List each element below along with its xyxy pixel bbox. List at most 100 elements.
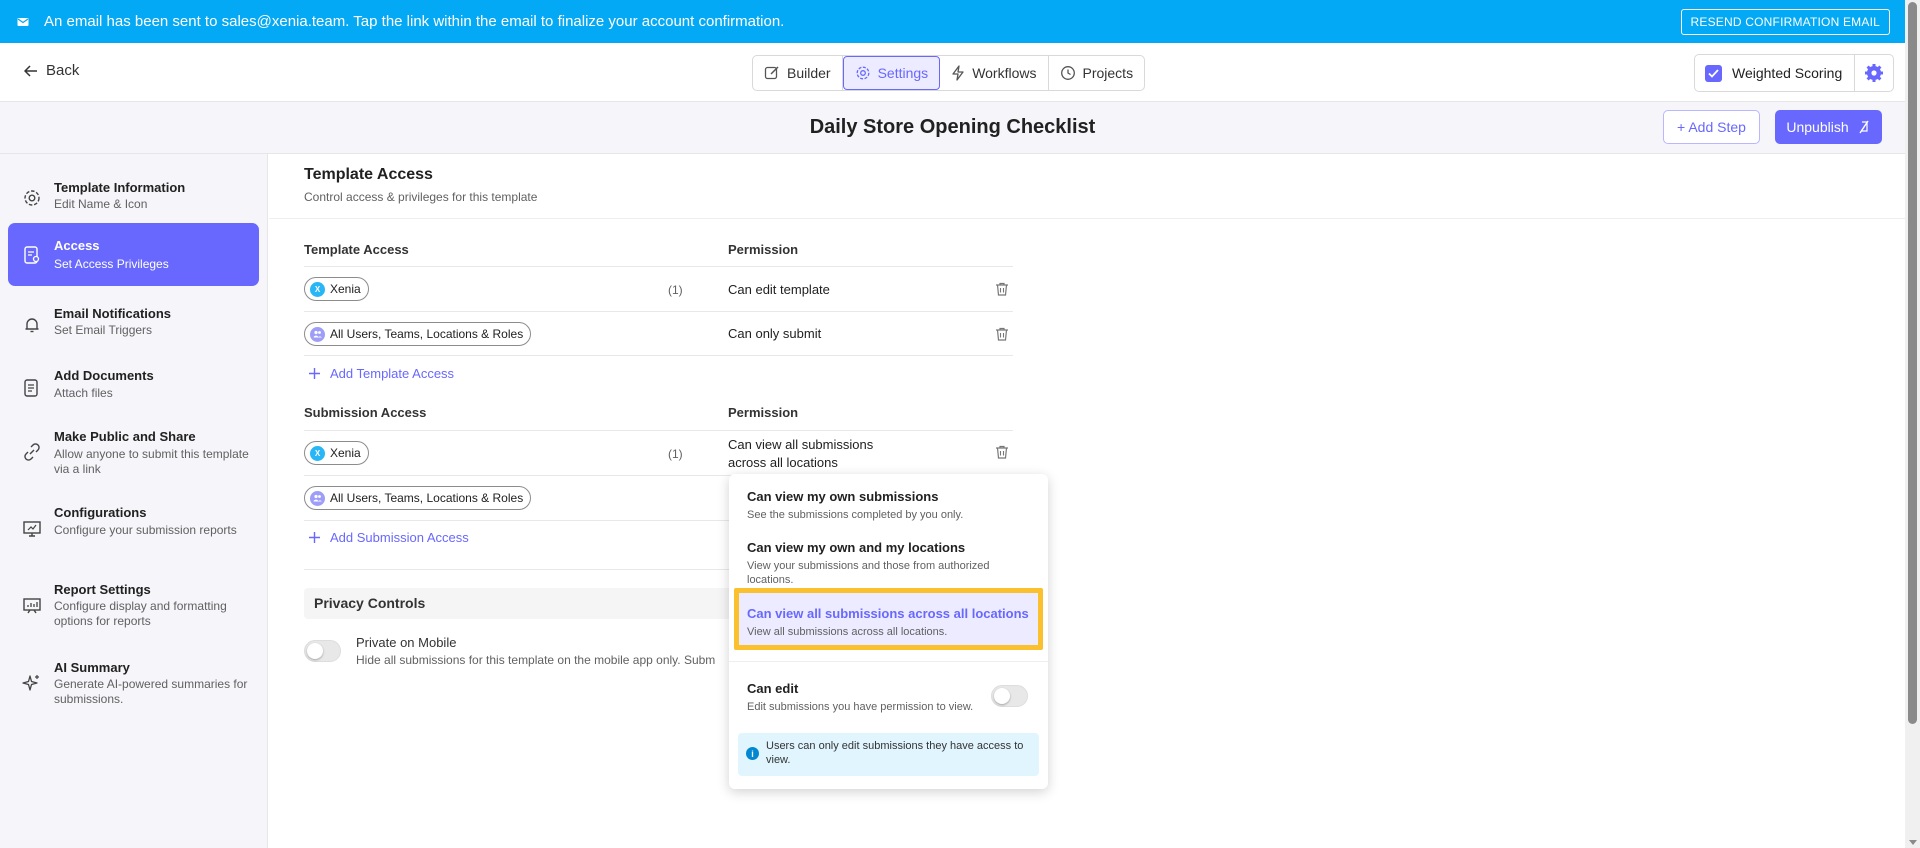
permission-line: Can view all submissions [728, 437, 874, 452]
scroll-down-arrow-icon[interactable] [1909, 840, 1917, 845]
sidebar-item-email-notifications[interactable]: Email Notifications Set Email Triggers [8, 294, 259, 356]
sidebar-item-title: AI Summary [54, 660, 130, 675]
resend-confirmation-button[interactable]: RESEND CONFIRMATION EMAIL [1680, 9, 1890, 35]
sidebar-item-title: Make Public and Share [54, 429, 196, 444]
info-icon: i [746, 747, 759, 760]
presentation-icon [23, 520, 41, 537]
add-submission-access-button[interactable]: Add Submission Access [309, 530, 469, 545]
chip-label: Xenia [330, 446, 361, 460]
sidebar-item-access[interactable]: Access Set Access Privileges [8, 223, 259, 286]
private-on-mobile-toggle[interactable] [304, 640, 341, 662]
row-divider [304, 311, 1013, 312]
trash-icon[interactable] [994, 444, 1010, 460]
document-icon [24, 379, 38, 397]
access-document-icon [24, 245, 40, 264]
assignee-count: (1) [668, 283, 683, 297]
sidebar-item-title: Access [54, 238, 100, 253]
row-divider [304, 266, 1013, 267]
group-icon [310, 490, 325, 506]
permission-line: across all locations [728, 455, 838, 470]
arrow-left-icon [24, 64, 37, 77]
privacy-controls-title: Privacy Controls [314, 595, 426, 611]
chip-label: All Users, Teams, Locations & Roles [330, 327, 524, 341]
trash-icon[interactable] [994, 326, 1010, 342]
section-title: Template Access [304, 166, 433, 183]
option-title: Can view my own and my locations [747, 540, 966, 555]
clock-icon [1060, 66, 1075, 80]
toggle-knob [307, 643, 323, 659]
assignee-chip[interactable]: All Users, Teams, Locations & Roles [304, 486, 532, 510]
title-bar: Daily Store Opening Checklist + Add Step… [0, 102, 1905, 154]
tab-projects-label: Projects [1082, 65, 1134, 81]
sidebar-item-ai-summary[interactable]: AI Summary Generate AI-powered summaries… [8, 650, 259, 715]
weighted-scoring-checkbox[interactable]: Weighted Scoring [1695, 55, 1856, 91]
sidebar-item-subtitle: Generate AI-powered summaries for submis… [54, 677, 248, 706]
row-divider [304, 355, 1013, 356]
back-label: Back [46, 62, 80, 79]
tab-settings[interactable]: Settings [842, 56, 941, 90]
scrollbar-thumb[interactable] [1908, 2, 1917, 724]
assignee-chip[interactable]: All Users, Teams, Locations & Roles [304, 322, 532, 346]
tab-builder-label: Builder [787, 65, 831, 81]
permission-select[interactable]: Can view all submissions across all loca… [728, 436, 873, 472]
sidebar-item-make-public-and-share[interactable]: Make Public and Share Allow anyone to su… [8, 420, 259, 484]
permission-select[interactable]: Can edit template [728, 282, 830, 297]
assignee-count: (1) [668, 447, 683, 461]
info-text: Users can only edit submissions they hav… [766, 740, 1024, 766]
sidebar-item-title: Email Notifications [54, 306, 172, 321]
permission-option-all[interactable]: Can view all submissions across all loca… [747, 606, 1037, 639]
assignee-chip[interactable]: X Xenia [304, 441, 369, 465]
trash-icon[interactable] [994, 281, 1010, 297]
sidebar-item-add-documents[interactable]: Add Documents Attach files [8, 357, 259, 419]
unpublish-button[interactable]: Unpublish [1775, 110, 1882, 144]
weighted-scoring-label: Weighted Scoring [1732, 65, 1843, 81]
permission-option-own[interactable]: Can view my own submissions See the subm… [747, 489, 1037, 522]
lightning-icon [952, 65, 964, 81]
sidebar-item-title: Add Documents [54, 368, 154, 383]
permission-option-own-and-locations[interactable]: Can view my own and my locations View yo… [747, 540, 1037, 587]
chip-label: Xenia [330, 282, 361, 296]
option-title: Can view my own submissions [747, 489, 939, 504]
template-permission-header: Permission [728, 242, 799, 257]
avatar: X [310, 281, 325, 297]
weighted-scoring-settings-button[interactable] [1855, 55, 1893, 91]
page-scrollbar[interactable] [1905, 0, 1920, 848]
sidebar-item-subtitle: Configure display and formatting options… [54, 599, 227, 628]
sparkle-icon [22, 674, 39, 691]
chip-label: All Users, Teams, Locations & Roles [330, 491, 524, 505]
plus-icon [309, 368, 320, 379]
main-content: Template Access Control access & privile… [269, 154, 1905, 848]
gear-icon [1865, 64, 1884, 82]
gear-icon [24, 190, 40, 206]
tab-builder[interactable]: Builder [753, 56, 843, 90]
sidebar-item-title: Configurations [54, 505, 147, 520]
tab-workflows[interactable]: Workflows [940, 56, 1049, 90]
sidebar-item-configurations[interactable]: Configurations Configure your submission… [8, 496, 259, 561]
sidebar-item-template-information[interactable]: Template Information Edit Name & Icon [8, 167, 259, 229]
permission-dropdown: Can view my own submissions See the subm… [729, 474, 1048, 789]
top-bar: Back Builder Settings Workflows Projects… [0, 43, 1905, 102]
assignee-chip[interactable]: X Xenia [304, 277, 369, 301]
add-template-access-label: Add Template Access [330, 366, 455, 381]
toggle-knob [994, 688, 1010, 704]
permission-select[interactable]: Can only submit [728, 326, 821, 341]
option-subtitle: View your submissions and those from aut… [747, 560, 990, 586]
checkbox-checked-icon [1705, 64, 1722, 82]
sidebar-item-subtitle: Attach files [54, 386, 113, 400]
plus-icon [309, 532, 320, 543]
mode-tabs: Builder Settings Workflows Projects [752, 55, 1146, 91]
tab-projects[interactable]: Projects [1049, 56, 1145, 90]
submission-permission-header: Permission [728, 405, 799, 420]
option-subtitle: See the submissions completed by you onl… [747, 509, 964, 521]
link-icon [24, 443, 40, 461]
weighted-scoring-control: Weighted Scoring [1694, 54, 1895, 92]
add-step-button[interactable]: + Add Step [1663, 110, 1760, 144]
can-edit-toggle[interactable] [991, 685, 1028, 707]
sidebar-item-subtitle: Edit Name & Icon [54, 197, 148, 211]
add-template-access-button[interactable]: Add Template Access [309, 366, 454, 381]
banner-message: An email has been sent to sales@xenia.te… [44, 13, 785, 30]
back-button[interactable]: Back [24, 62, 79, 79]
tab-workflows-label: Workflows [972, 65, 1037, 81]
sidebar-item-report-settings[interactable]: Report Settings Configure display and fo… [8, 573, 259, 638]
pencil-icon [764, 66, 779, 80]
